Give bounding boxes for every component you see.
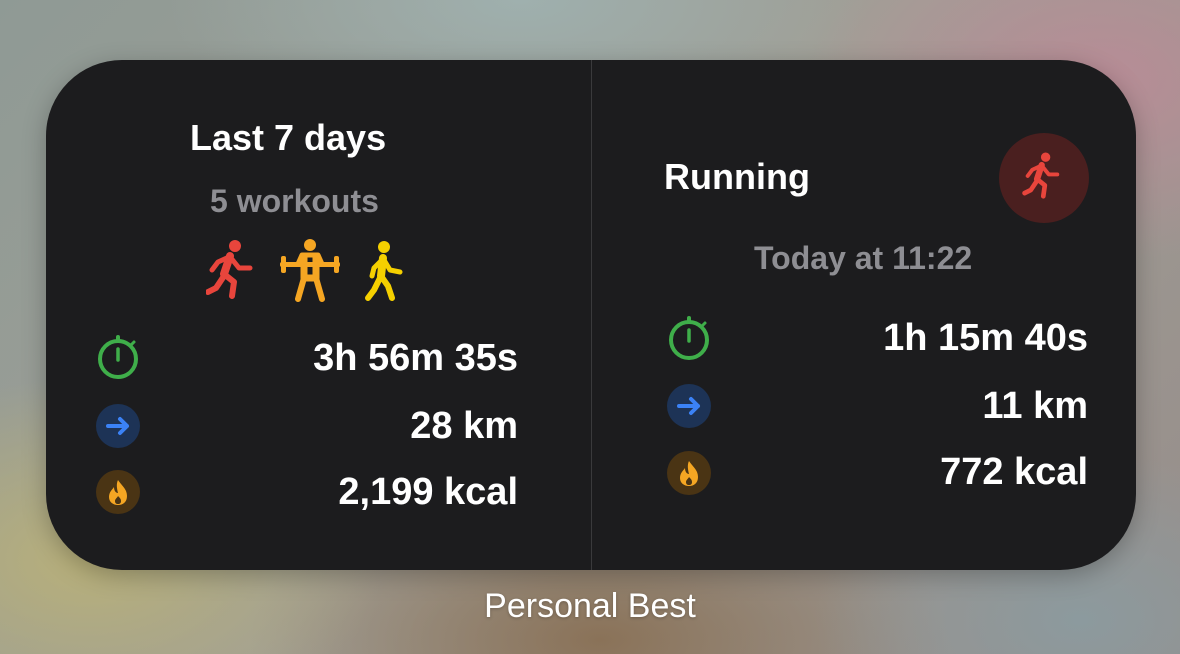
- walking-icon: [365, 241, 403, 301]
- running-icon: [206, 240, 253, 299]
- distance-arrow-icon: [96, 404, 140, 448]
- right-distance-value: 11 km: [982, 385, 1088, 427]
- right-duration-value: 1h 15m 40s: [883, 317, 1088, 359]
- flame-icon: [96, 470, 140, 514]
- running-icon: [999, 133, 1089, 223]
- stopwatch-icon: [96, 335, 140, 379]
- panel-divider: [591, 60, 592, 570]
- left-duration-value: 3h 56m 35s: [313, 337, 518, 379]
- distance-arrow-icon: [667, 384, 711, 428]
- workout-type-title: Running: [664, 156, 810, 197]
- workout-count: 5 workouts: [210, 183, 379, 219]
- left-energy-value: 2,199 kcal: [338, 471, 518, 513]
- weightlifting-icon: [280, 239, 340, 302]
- personal-best-widget[interactable]: Last 7 days 5 workouts 3h 56m 35s 28 km …: [46, 60, 1136, 570]
- widget-caption: Personal Best: [484, 587, 696, 625]
- stopwatch-icon: [667, 316, 711, 360]
- left-panel-title: Last 7 days: [190, 117, 387, 158]
- right-energy-value: 772 kcal: [940, 451, 1088, 493]
- workout-timestamp: Today at 11:22: [754, 240, 973, 276]
- left-distance-value: 28 km: [410, 405, 518, 447]
- flame-icon: [667, 451, 711, 495]
